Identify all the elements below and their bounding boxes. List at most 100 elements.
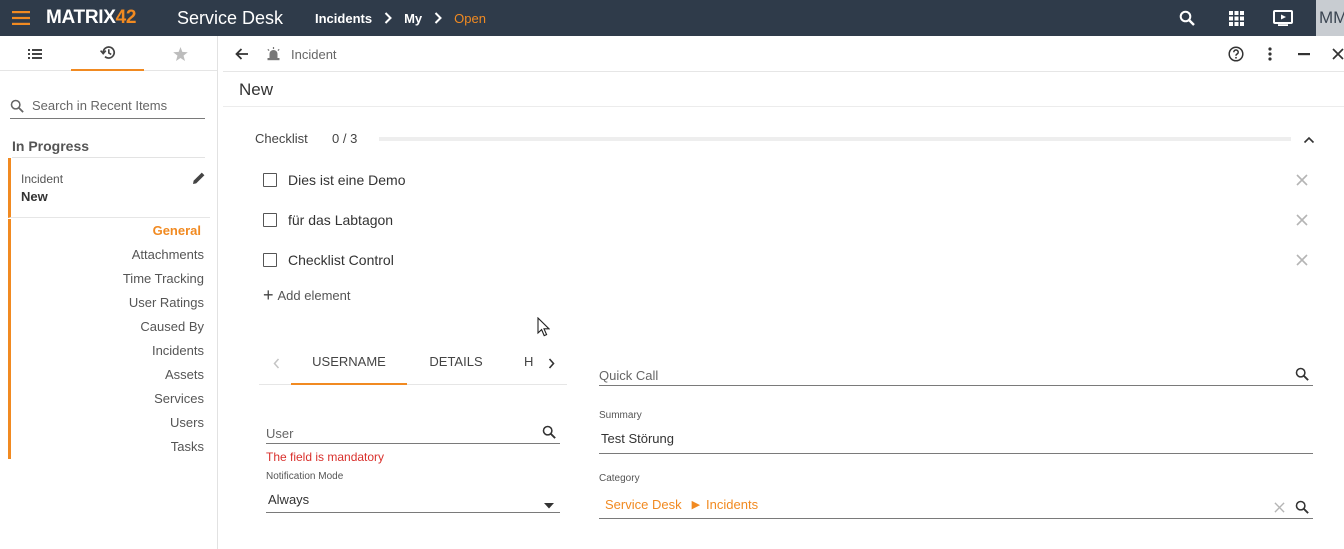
list-icon[interactable] <box>0 36 70 71</box>
recent-items-search-input[interactable] <box>28 98 198 113</box>
help-icon[interactable] <box>1226 36 1246 72</box>
summary-field[interactable]: Summary Test Störung <box>599 410 1313 454</box>
search-icon[interactable] <box>542 425 556 444</box>
category-path-item[interactable]: Service Desk <box>605 497 682 512</box>
chevron-left-icon[interactable] <box>267 354 285 372</box>
recent-item-incident[interactable]: Incident New <box>8 158 210 218</box>
pencil-icon[interactable] <box>192 171 206 190</box>
main-content: Incident New Checklist 0 / 3 Dies ist ei… <box>223 36 1344 549</box>
plus-icon: + <box>263 285 274 305</box>
checklist-progress-bar <box>379 137 1291 141</box>
checklist-title: Checklist <box>255 131 308 146</box>
nav-item-user-ratings[interactable]: User Ratings <box>11 291 210 315</box>
arrow-back-icon[interactable] <box>233 36 251 72</box>
nav-item-incidents[interactable]: Incidents <box>11 339 210 363</box>
chevron-right-icon[interactable] <box>542 354 560 372</box>
nav-item-attachments[interactable]: Attachments <box>11 243 210 267</box>
checklist-item-label: Checklist Control <box>288 252 394 268</box>
checklist-checkbox[interactable] <box>263 213 277 227</box>
record-type-label: Incident <box>291 46 337 62</box>
presentation-icon[interactable] <box>1272 0 1294 36</box>
nav-item-general[interactable]: General <box>11 219 210 243</box>
dropdown-arrow-icon <box>544 496 554 514</box>
summary-label: Summary <box>599 410 642 421</box>
recent-items-search <box>10 93 205 119</box>
notification-mode-label: Notification Mode <box>266 471 344 482</box>
notification-mode-select[interactable]: Notification Mode Always <box>266 471 560 513</box>
left-panel: In Progress Incident New General Attachm… <box>0 36 218 549</box>
menu-icon[interactable] <box>12 0 34 36</box>
tab-username[interactable]: USERNAME <box>291 346 407 385</box>
logo[interactable]: MATRIX 42 <box>46 0 136 36</box>
page-title: New <box>239 80 274 99</box>
user-input[interactable] <box>266 420 526 441</box>
record-navigation: General Attachments Time Tracking User R… <box>8 219 210 459</box>
logo-prefix: MATRIX <box>46 7 116 28</box>
divider <box>223 106 1344 107</box>
quick-call-input[interactable] <box>599 362 1279 383</box>
checklist-item-label: Dies ist eine Demo <box>288 172 406 188</box>
breadcrumb: Incidents My Open <box>315 0 486 36</box>
more-vertical-icon[interactable] <box>1260 36 1280 72</box>
breadcrumb-item-my[interactable]: My <box>404 11 422 26</box>
triangle-right-icon: ▶ <box>691 499 701 511</box>
search-icon <box>10 99 28 113</box>
add-element-button[interactable]: + Add element <box>263 285 351 305</box>
star-icon[interactable] <box>144 36 217 71</box>
search-icon[interactable] <box>1295 367 1309 386</box>
search-icon[interactable] <box>1295 500 1309 519</box>
chevron-right-icon <box>384 12 392 24</box>
close-icon[interactable] <box>1296 213 1308 231</box>
top-bar: MATRIX 42 Service Desk Incidents My Open … <box>0 0 1344 36</box>
notification-mode-value: Always <box>268 492 310 507</box>
checklist-checkbox[interactable] <box>263 253 277 267</box>
section-title-in-progress: In Progress <box>12 138 205 158</box>
checklist-item-label: für das Labtagon <box>288 212 394 228</box>
recent-item-name: New <box>21 189 48 204</box>
left-panel-tabs <box>0 36 217 71</box>
breadcrumb-item-open[interactable]: Open <box>454 11 486 26</box>
app-title: Service Desk <box>177 7 284 28</box>
category-path: Service Desk ▶ Incidents <box>605 497 758 512</box>
category-path-item[interactable]: Incidents <box>706 497 758 512</box>
recent-item-type: Incident <box>21 172 64 186</box>
nav-item-users[interactable]: Users <box>11 411 210 435</box>
minimize-icon[interactable] <box>1294 36 1314 72</box>
apps-grid-icon[interactable] <box>1226 0 1246 36</box>
add-element-label: Add element <box>277 288 351 303</box>
breadcrumb-item-incidents[interactable]: Incidents <box>315 11 372 26</box>
nav-item-services[interactable]: Services <box>11 387 210 411</box>
checklist-item: Dies ist eine Demo <box>263 169 1308 191</box>
logo-suffix: 42 <box>115 7 137 28</box>
avatar[interactable]: MM <box>1316 0 1344 36</box>
checklist-item: für das Labtagon <box>263 209 1308 231</box>
close-icon[interactable] <box>1296 253 1308 271</box>
chevron-right-icon <box>434 12 443 24</box>
mouse-cursor-icon <box>537 316 551 342</box>
summary-value: Test Störung <box>601 431 674 446</box>
siren-icon <box>264 36 282 72</box>
checklist-count: 0 / 3 <box>332 131 358 146</box>
nav-item-assets[interactable]: Assets <box>11 363 210 387</box>
nav-item-time-tracking[interactable]: Time Tracking <box>11 267 210 291</box>
tab-details[interactable]: DETAILS <box>420 346 492 385</box>
chevron-up-icon[interactable] <box>1303 131 1315 149</box>
checklist-checkbox[interactable] <box>263 173 277 187</box>
form-tabs: USERNAME DETAILS H <box>259 346 567 385</box>
user-field <box>266 420 560 444</box>
search-icon[interactable] <box>1177 0 1197 36</box>
checklist-header: Checklist 0 / 3 <box>255 130 1315 148</box>
tab-truncated[interactable]: H <box>524 346 534 385</box>
close-icon[interactable] <box>1296 173 1308 191</box>
nav-item-tasks[interactable]: Tasks <box>11 435 210 459</box>
user-error-message: The field is mandatory <box>266 450 385 464</box>
close-icon[interactable] <box>1274 500 1285 518</box>
nav-item-caused-by[interactable]: Caused By <box>11 315 210 339</box>
quick-call-field <box>599 362 1313 386</box>
close-icon[interactable] <box>1328 36 1344 72</box>
category-label: Category <box>599 473 640 484</box>
checklist-item: Checklist Control <box>263 249 1308 271</box>
record-toolbar: Incident <box>223 36 1344 72</box>
category-field[interactable]: Category Service Desk ▶ Incidents <box>599 473 1313 519</box>
history-icon[interactable] <box>71 36 144 71</box>
